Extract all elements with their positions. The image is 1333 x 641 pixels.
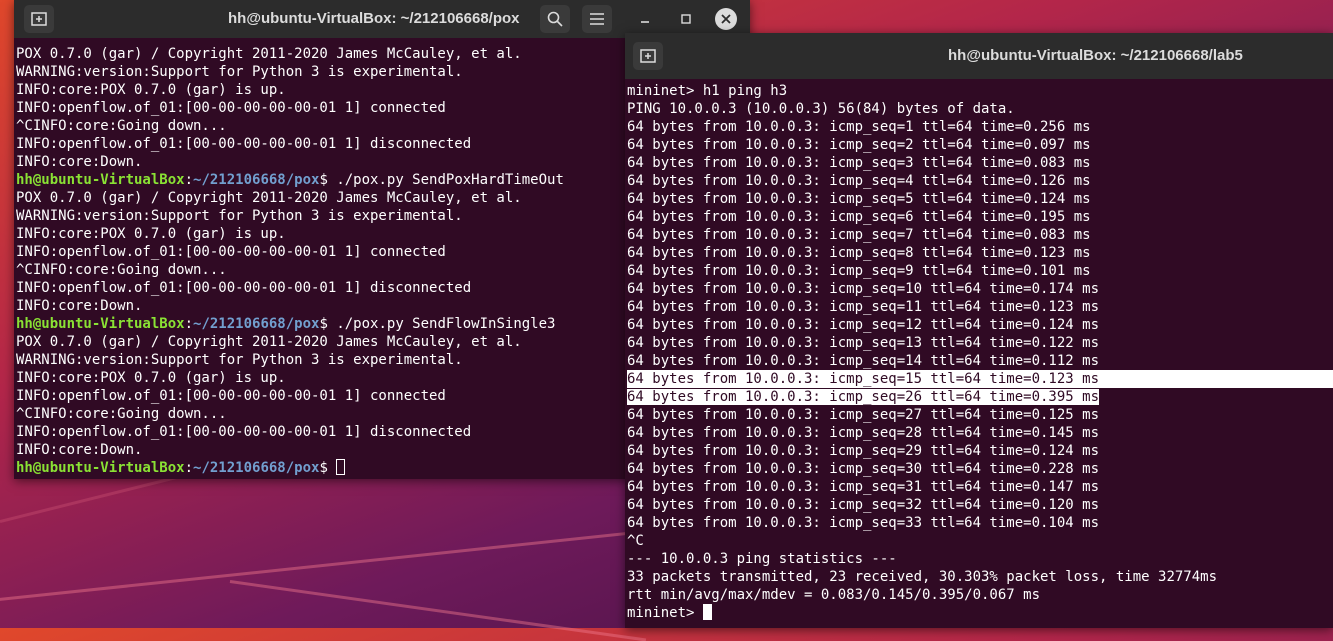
terminal-line: mininet>	[627, 604, 1333, 622]
titlebar[interactable]: hh@ubuntu-VirtualBox: ~/212106668/lab5	[625, 33, 1333, 79]
terminal-line: 64 bytes from 10.0.0.3: icmp_seq=13 ttl=…	[627, 335, 1100, 351]
terminal-line: 64 bytes from 10.0.0.3: icmp_seq=32 ttl=…	[627, 497, 1100, 513]
terminal-line: 64 bytes from 10.0.0.3: icmp_seq=14 ttl=…	[627, 353, 1100, 369]
prompt-command: ./pox.py SendPoxHardTimeOut	[336, 172, 564, 188]
terminal-line: 64 bytes from 10.0.0.3: icmp_seq=11 ttl=…	[627, 299, 1100, 315]
wallpaper-streak	[0, 526, 677, 603]
terminal-line: 64 bytes from 10.0.0.3: icmp_seq=5 ttl=6…	[627, 191, 1091, 207]
prompt-separator: :	[184, 316, 194, 332]
prompt-separator: :	[184, 172, 194, 188]
prompt-command: ./pox.py SendFlowInSingle3	[336, 316, 556, 332]
hamburger-menu-icon	[590, 13, 604, 25]
maximize-icon	[681, 14, 691, 24]
close-button[interactable]	[715, 8, 737, 30]
terminal-line: 64 bytes from 10.0.0.3: icmp_seq=27 ttl=…	[627, 407, 1100, 423]
prompt-user: hh@ubuntu-VirtualBox	[16, 316, 185, 332]
terminal-line: ^C	[627, 533, 644, 549]
terminal-line: PING 10.0.0.3 (10.0.0.3) 56(84) bytes of…	[627, 101, 1015, 117]
prompt-user: hh@ubuntu-VirtualBox	[16, 460, 185, 476]
window-title: hh@ubuntu-VirtualBox: ~/212106668/pox	[228, 10, 520, 27]
prompt-path: ~/212106668/pox	[193, 460, 320, 476]
terminal-line: 33 packets transmitted, 23 received, 30.…	[627, 569, 1218, 585]
wallpaper-streak	[229, 580, 647, 641]
terminal-cursor	[336, 459, 346, 475]
terminal-line: 64 bytes from 10.0.0.3: icmp_seq=8 ttl=6…	[627, 245, 1091, 261]
terminal-line: 64 bytes from 10.0.0.3: icmp_seq=2 ttl=6…	[627, 137, 1091, 153]
terminal-line: 64 bytes from 10.0.0.3: icmp_seq=28 ttl=…	[627, 425, 1100, 441]
prompt-symbol: $	[319, 316, 337, 332]
minimize-icon	[641, 21, 649, 23]
terminal-line: 64 bytes from 10.0.0.3: icmp_seq=31 ttl=…	[627, 479, 1100, 495]
terminal-window-lab5[interactable]: hh@ubuntu-VirtualBox: ~/212106668/lab5 m…	[625, 33, 1333, 628]
terminal-line: 64 bytes from 10.0.0.3: icmp_seq=1 ttl=6…	[627, 119, 1091, 135]
prompt-separator: :	[184, 460, 194, 476]
terminal-line: 64 bytes from 10.0.0.3: icmp_seq=7 ttl=6…	[627, 227, 1091, 243]
terminal-line: 64 bytes from 10.0.0.3: icmp_seq=3 ttl=6…	[627, 155, 1091, 171]
prompt-symbol: $	[319, 460, 337, 476]
terminal-output[interactable]: mininet> h1 ping h3 PING 10.0.0.3 (10.0.0…	[625, 82, 1333, 628]
search-button[interactable]	[540, 5, 570, 33]
terminal-line: 64 bytes from 10.0.0.3: icmp_seq=4 ttl=6…	[627, 173, 1091, 189]
terminal-line: mininet> h1 ping h3	[627, 83, 788, 99]
terminal-line: 64 bytes from 10.0.0.3: icmp_seq=9 ttl=6…	[627, 263, 1091, 279]
window-title: hh@ubuntu-VirtualBox: ~/212106668/lab5	[948, 47, 1243, 64]
selected-line: 64 bytes from 10.0.0.3: icmp_seq=15 ttl=…	[627, 370, 1333, 388]
terminal-line: 64 bytes from 10.0.0.3: icmp_seq=6 ttl=6…	[627, 209, 1091, 225]
selected-line: 64 bytes from 10.0.0.3: icmp_seq=26 ttl=…	[627, 388, 1333, 406]
minimize-button[interactable]	[634, 8, 656, 30]
prompt-path: ~/212106668/pox	[193, 316, 320, 332]
terminal-line: rtt min/avg/max/mdev = 0.083/0.145/0.395…	[627, 587, 1041, 603]
prompt-symbol: $	[319, 172, 337, 188]
prompt-user: hh@ubuntu-VirtualBox	[16, 172, 185, 188]
terminal-line: 64 bytes from 10.0.0.3: icmp_seq=30 ttl=…	[627, 461, 1100, 477]
line-text: mininet>	[627, 605, 703, 621]
line-text: 64 bytes from 10.0.0.3: icmp_seq=15 ttl=…	[627, 371, 1100, 387]
new-tab-button[interactable]	[633, 42, 663, 70]
maximize-button[interactable]	[675, 8, 697, 30]
search-icon	[547, 11, 563, 27]
terminal-line: 64 bytes from 10.0.0.3: icmp_seq=33 ttl=…	[627, 515, 1100, 531]
terminal-cursor	[702, 604, 712, 620]
new-tab-icon	[31, 12, 47, 26]
menu-button[interactable]	[582, 5, 612, 33]
terminal-line: 64 bytes from 10.0.0.3: icmp_seq=10 ttl=…	[627, 281, 1100, 297]
new-tab-button[interactable]	[24, 5, 54, 33]
terminal-line: 64 bytes from 10.0.0.3: icmp_seq=12 ttl=…	[627, 317, 1100, 333]
new-tab-icon	[640, 49, 656, 63]
line-text: 64 bytes from 10.0.0.3: icmp_seq=26 ttl=…	[627, 389, 1100, 405]
close-icon	[721, 14, 731, 24]
terminal-line: --- 10.0.0.3 ping statistics ---	[627, 551, 897, 567]
prompt-path: ~/212106668/pox	[193, 172, 320, 188]
terminal-line: 64 bytes from 10.0.0.3: icmp_seq=29 ttl=…	[627, 443, 1100, 459]
